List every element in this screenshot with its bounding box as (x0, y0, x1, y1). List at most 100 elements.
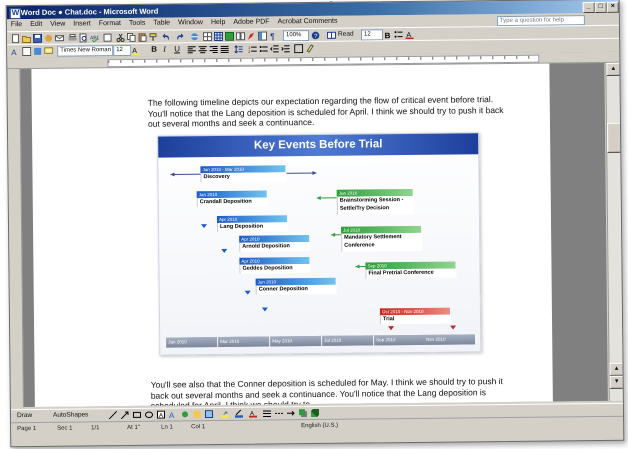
read-icon[interactable] (326, 31, 337, 40)
vertical-scrollbar[interactable]: ▲ ▲ ▼ (605, 62, 624, 401)
open-folder-icon[interactable] (22, 34, 32, 44)
menu-view[interactable]: View (46, 19, 69, 31)
maximize-button[interactable]: □ (594, 1, 607, 14)
arrow-icon[interactable] (120, 411, 129, 420)
font-color-icon[interactable]: A (405, 30, 414, 40)
oval-icon[interactable] (144, 411, 153, 419)
event-mandatory-settlement-conference[interactable]: Jul 2010 Mandatory Settlement Conference (341, 225, 423, 252)
line-color-icon[interactable] (235, 409, 244, 418)
align-center-icon[interactable] (198, 45, 207, 54)
fill-color-icon[interactable] (221, 410, 230, 418)
paste-icon[interactable] (138, 33, 147, 42)
event-brainstorming-session[interactable]: Jun 2010 Brainstorming Session - Settle/… (336, 188, 414, 215)
dash-style-icon[interactable] (274, 409, 283, 417)
email-icon[interactable] (55, 34, 65, 43)
styles-icon[interactable]: A (11, 47, 20, 56)
format-painter-icon[interactable] (149, 33, 158, 42)
3d-style-icon[interactable] (310, 408, 320, 418)
print-icon[interactable] (68, 33, 77, 42)
menu-format[interactable]: Format (95, 18, 125, 30)
line-spacing-icon[interactable] (234, 45, 243, 54)
decrease-indent-icon[interactable] (270, 44, 279, 53)
numbering-icon[interactable]: 12 (248, 45, 257, 54)
insert-table-icon[interactable] (213, 31, 224, 42)
undo-icon[interactable] (162, 32, 171, 41)
arrow-style-icon[interactable] (286, 409, 295, 417)
menu-table[interactable]: Table (149, 17, 174, 29)
align-right-icon[interactable] (209, 45, 218, 54)
picture-icon[interactable] (204, 410, 214, 419)
research-icon[interactable] (103, 33, 112, 42)
event-trial[interactable]: Oct 2010 - Nov 2010 Trial (379, 307, 452, 325)
bold-icon[interactable]: B (383, 30, 392, 39)
columns-icon[interactable] (235, 32, 246, 41)
comment-icon[interactable] (44, 47, 54, 56)
autoshapes-menu[interactable]: AutoShapes (53, 409, 89, 421)
event-conner-deposition[interactable]: Jun 2010 Conner Deposition (255, 277, 337, 295)
print-preview-icon[interactable] (79, 33, 88, 43)
zoom-select[interactable]: 100% (282, 30, 310, 42)
event-discovery[interactable]: Jan 2010 - Mar 2010 Discovery (200, 165, 287, 183)
event-arnold-deposition[interactable]: Apr 2010 Arnold Deposition (239, 235, 311, 252)
timeline-slide[interactable]: Key Events Before Trial Jan 2010 - Mar 2… (157, 132, 482, 356)
spelling-icon[interactable]: ABC (90, 33, 99, 43)
font-size-select[interactable]: 12 (113, 44, 132, 57)
bullets-icon[interactable] (394, 30, 403, 39)
copy-icon[interactable] (126, 32, 136, 42)
outside-border-icon[interactable] (294, 44, 304, 54)
justify-icon[interactable] (220, 45, 229, 54)
document-map-icon[interactable] (257, 31, 268, 41)
read-button[interactable]: Read (338, 31, 354, 38)
help-icon[interactable]: ? (311, 31, 320, 40)
draw-menu[interactable]: Draw (17, 410, 32, 422)
line-icon[interactable] (108, 411, 118, 420)
increase-indent-icon[interactable] (281, 44, 290, 53)
tables-borders-icon[interactable] (202, 32, 213, 42)
event-lang-deposition[interactable]: Apr 2010 Lang Deposition (216, 215, 289, 233)
italic-button[interactable]: I (163, 45, 166, 54)
align-left-icon[interactable] (187, 45, 196, 54)
wordart-icon[interactable]: A (169, 410, 177, 419)
menu-help[interactable]: Help (207, 17, 230, 29)
text-box-icon[interactable]: A (156, 410, 166, 419)
menu-file[interactable]: File (7, 19, 26, 31)
font-size-select-2[interactable]: 12 (360, 29, 384, 41)
menu-edit[interactable]: Edit (26, 19, 46, 31)
document-page[interactable]: The following timeline depicts our expec… (31, 63, 553, 411)
minimize-button[interactable]: _ (582, 2, 595, 14)
font-name-select[interactable]: Times New Roman (57, 45, 114, 57)
clip-art-icon[interactable] (193, 410, 201, 418)
redo-icon[interactable] (175, 32, 184, 41)
insert-excel-icon[interactable] (224, 31, 235, 41)
hyperlink-icon[interactable] (190, 32, 199, 41)
event-geddes-deposition[interactable]: Apr 2010 Geddes Deposition (239, 257, 311, 274)
bold-button[interactable]: B (151, 45, 157, 54)
show-hide-icon[interactable]: ¶ (269, 31, 278, 40)
previous-page-icon[interactable]: ▲ (609, 362, 624, 376)
menu-acrobat-comments[interactable]: Acrobat Comments (273, 16, 341, 29)
event-crandall-deposition[interactable]: Jan 2010 Crandall Deposition (196, 190, 268, 208)
save-icon[interactable] (33, 33, 43, 43)
menu-tools[interactable]: Tools (125, 18, 149, 30)
event-final-pretrial-conference[interactable]: Sep 2010 Final Pretrial Conference (365, 261, 457, 279)
menu-adobe-pdf[interactable]: Adobe PDF (229, 16, 273, 28)
intro-paragraph[interactable]: The following timeline depicts our expec… (148, 94, 506, 129)
line-style-icon[interactable] (262, 409, 272, 418)
scroll-thumb[interactable] (606, 122, 622, 153)
menu-window[interactable]: Window (174, 17, 207, 29)
scroll-up-icon[interactable]: ▲ (606, 62, 621, 76)
bullets-list-icon[interactable] (259, 44, 268, 53)
underline-button[interactable]: U (174, 44, 180, 53)
highlight-pen-icon[interactable] (305, 44, 314, 53)
highlight-icon[interactable]: A (131, 46, 140, 55)
new-document-icon[interactable] (11, 34, 20, 44)
rectangle-icon[interactable] (132, 411, 142, 419)
track-changes-icon[interactable] (33, 47, 42, 56)
permission-icon[interactable] (44, 34, 53, 43)
menu-insert[interactable]: Insert (69, 18, 95, 30)
shadow-style-icon[interactable] (298, 409, 308, 418)
scroll-down-icon[interactable]: ▼ (609, 375, 624, 389)
cut-icon[interactable] (116, 33, 125, 43)
reviewing-icon[interactable] (22, 46, 32, 57)
close-button[interactable]: × (606, 1, 619, 13)
